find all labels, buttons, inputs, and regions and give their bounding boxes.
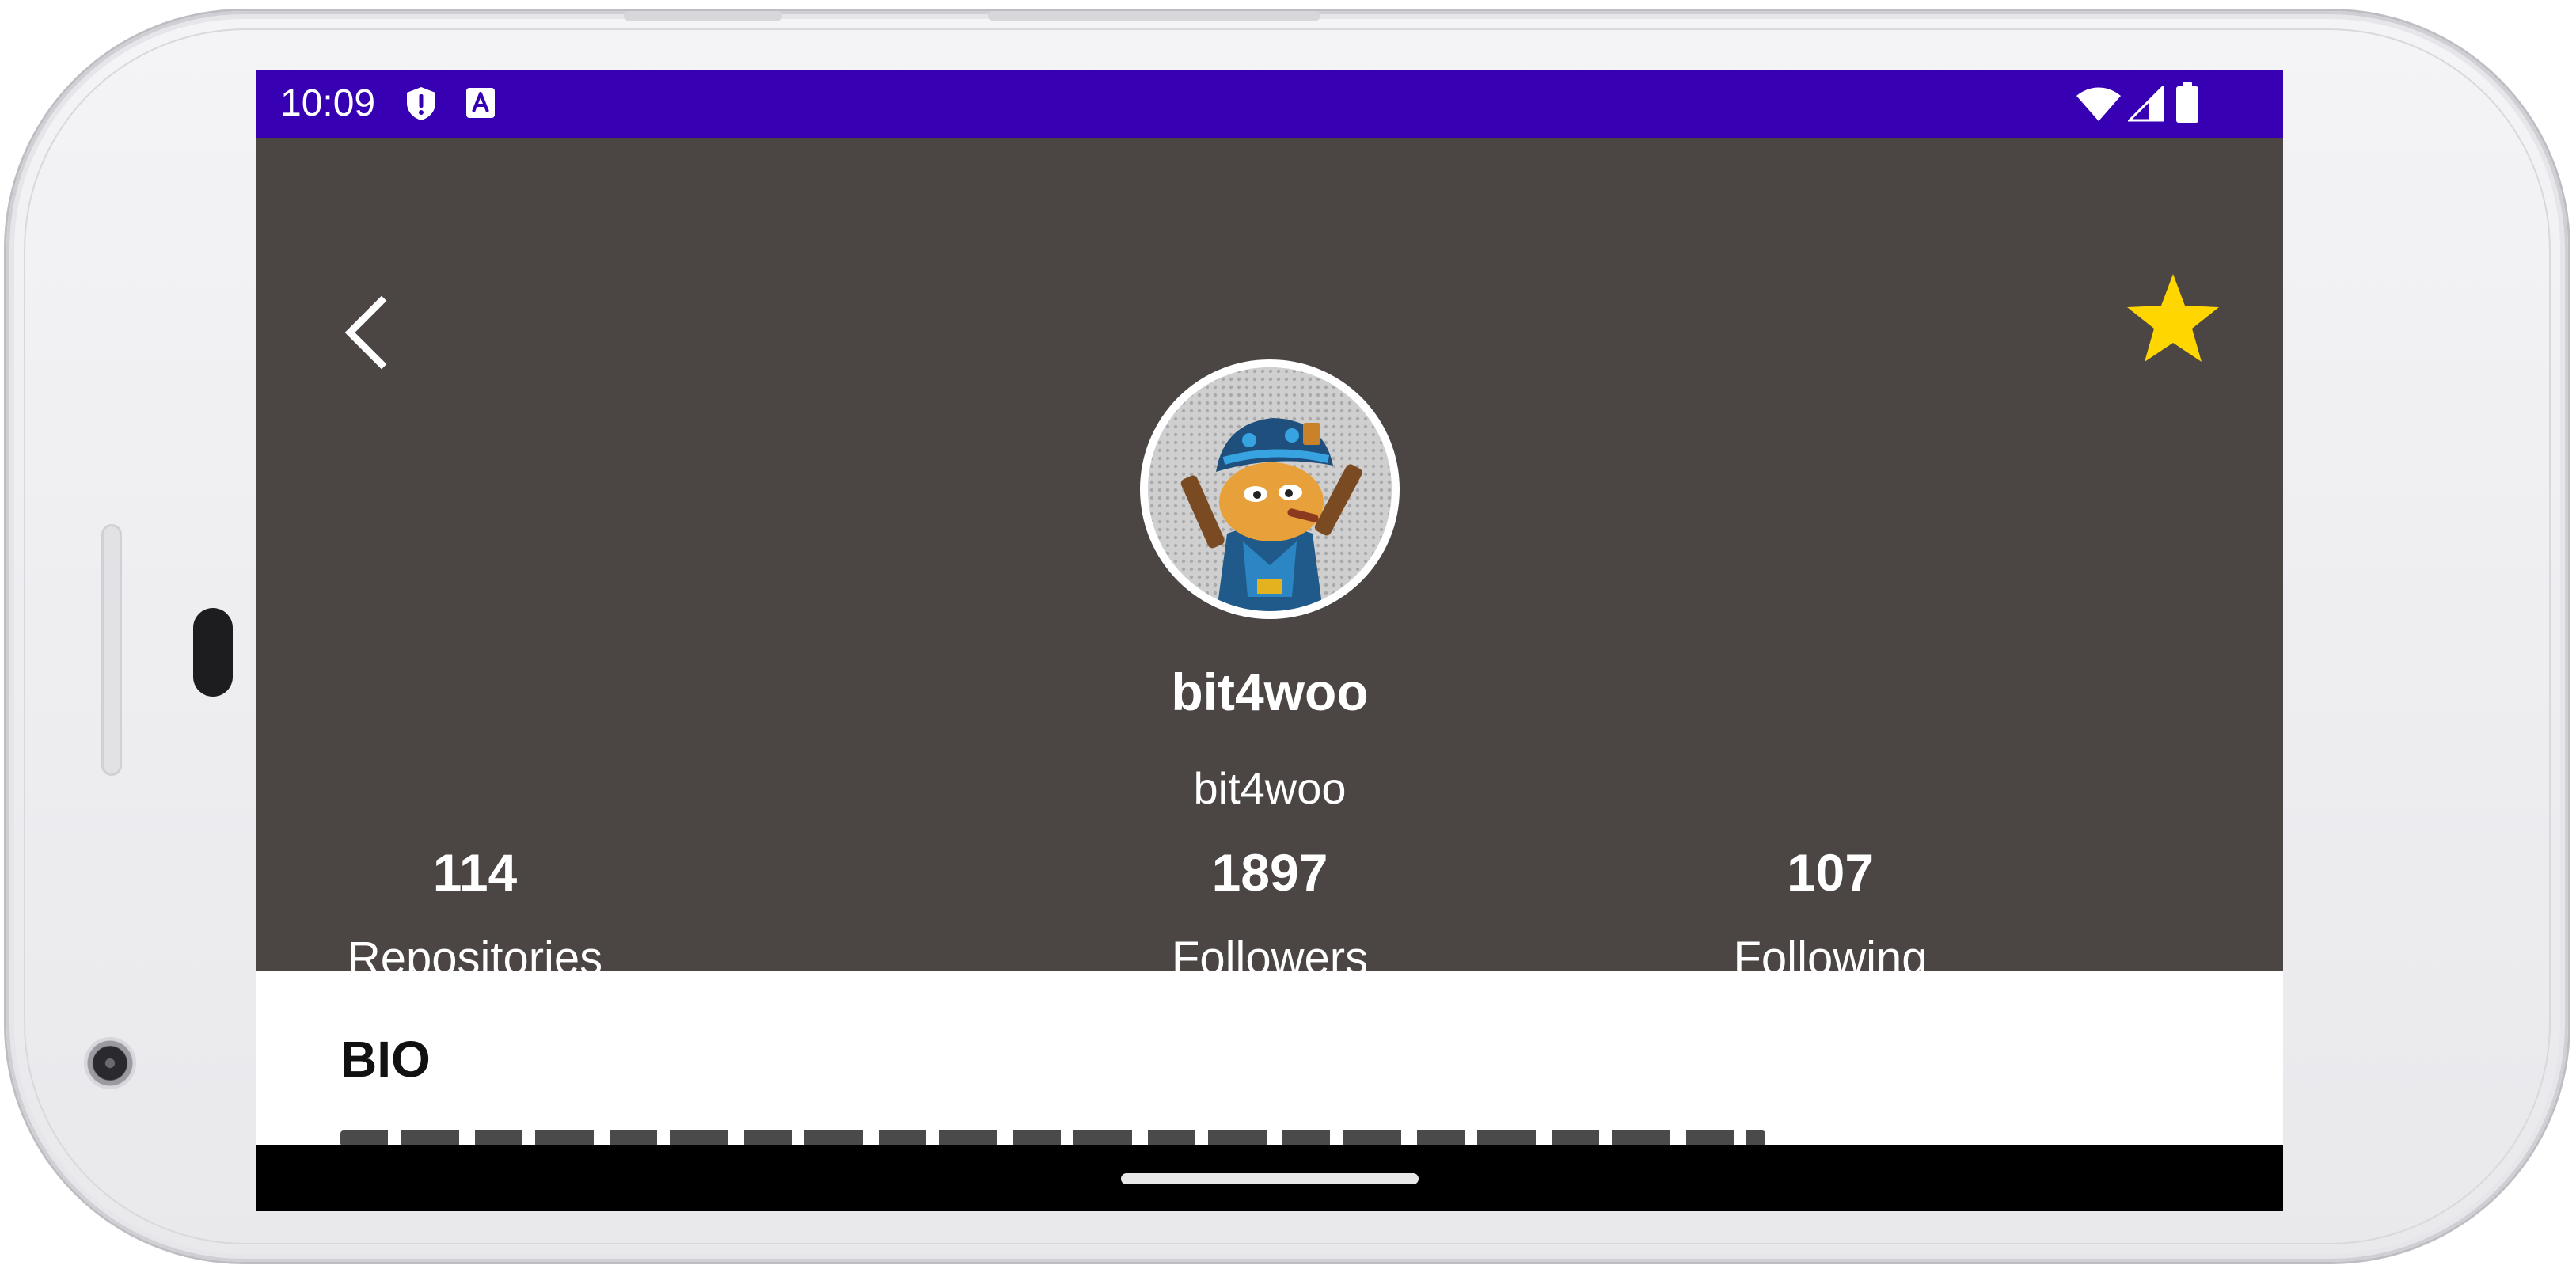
power-button bbox=[988, 11, 1320, 21]
shield-alert-icon bbox=[407, 87, 435, 120]
stat-followers-count: 1897 bbox=[1211, 843, 1328, 902]
wifi-icon bbox=[2076, 87, 2121, 121]
avatar-border bbox=[1140, 359, 1400, 619]
star-icon bbox=[2127, 274, 2219, 362]
battery-icon bbox=[2176, 82, 2198, 123]
avatar-character-illustration bbox=[1148, 367, 1392, 611]
profile-username: bit4woo bbox=[1193, 763, 1347, 813]
stat-following-count: 107 bbox=[1786, 843, 1875, 902]
app-screen: 10:09 bit4woo bit4woo 114 Repositories 1… bbox=[256, 70, 2283, 1211]
bio-text-clipped bbox=[340, 1130, 1765, 1146]
stat-repositories-label: Repositories bbox=[347, 933, 603, 984]
profile-display-name: bit4woo bbox=[1171, 663, 1369, 721]
bio-heading: BIO bbox=[340, 1031, 431, 1088]
speaker-slot bbox=[101, 524, 122, 776]
cellular-signal-icon bbox=[2128, 86, 2164, 122]
avatar[interactable] bbox=[1148, 367, 1392, 611]
front-camera bbox=[84, 1037, 136, 1089]
back-button[interactable] bbox=[336, 293, 399, 372]
chevron-left-icon bbox=[344, 295, 387, 370]
keyboard-a-icon bbox=[466, 88, 495, 118]
stat-repositories-count: 114 bbox=[432, 843, 518, 902]
favorite-button[interactable] bbox=[2123, 271, 2223, 367]
system-nav-bar bbox=[256, 1145, 2283, 1211]
profile-header: bit4woo bit4woo 114 Repositories 1897 Fo… bbox=[256, 138, 2283, 984]
volume-button bbox=[624, 11, 782, 21]
stat-followers[interactable]: 1897 Followers bbox=[1072, 841, 1468, 986]
sensor-pill bbox=[193, 608, 233, 697]
stat-following[interactable]: 107 Following bbox=[1632, 841, 2028, 986]
stat-following-label: Following bbox=[1733, 933, 1928, 984]
status-time: 10:09 bbox=[280, 82, 376, 124]
status-bar: 10:09 bbox=[256, 70, 2283, 138]
stat-repositories[interactable]: 114 Repositories bbox=[277, 841, 673, 986]
stat-followers-label: Followers bbox=[1171, 933, 1369, 984]
home-gesture-handle[interactable] bbox=[1121, 1173, 1419, 1184]
